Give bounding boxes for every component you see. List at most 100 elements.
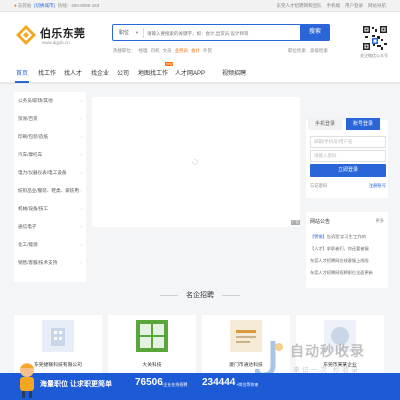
search-input[interactable]: [147, 27, 297, 39]
announcement-text: 【人才】求职者们，你还要被骗: [310, 246, 369, 251]
hot-label: 热搜职位：: [113, 48, 136, 53]
chevron-right-icon: ›: [80, 260, 82, 265]
advanced-search-link[interactable]: 高级检索: [310, 48, 328, 53]
tab-account-login[interactable]: 账号登录: [346, 118, 380, 130]
nav-active-underline: [15, 81, 29, 83]
quick-links: 职位检索 高级检索: [288, 48, 332, 54]
category-item[interactable]: 化工/能源 ›: [18, 242, 84, 248]
category-item[interactable]: 销售/客服/技术支持 ›: [18, 260, 84, 266]
top-link-sitemap[interactable]: 网站导航: [368, 3, 386, 8]
search-category-select[interactable]: 职位: [119, 29, 129, 36]
hot-item[interactable]: 司机: [151, 48, 160, 53]
search-separator: [143, 28, 144, 38]
category-item[interactable]: 通信电子 ›: [18, 224, 84, 230]
username-field[interactable]: 邮箱/手机号/用户名: [310, 136, 386, 148]
register-link[interactable]: 注册账号: [369, 183, 386, 189]
chevron-right-icon: ›: [80, 242, 82, 247]
current-city: 东莞站: [17, 3, 32, 8]
switch-city-link[interactable]: [切换城市]: [34, 3, 55, 8]
wechat-qr-code: [362, 25, 388, 51]
hot-item[interactable]: 会计: [191, 48, 200, 53]
top-link-team[interactable]: 东莞人才招聘网和团队: [277, 3, 322, 8]
top-link-mobile[interactable]: 手机端: [327, 3, 341, 8]
promo-company-label: +企业在线招聘: [161, 382, 188, 387]
login-panel: 手机登录 账号登录 邮箱/手机号/用户名 请输入密码 立即登录 忘记密码 注册账…: [306, 118, 388, 198]
brand-logo-icon[interactable]: [15, 24, 37, 46]
category-item[interactable]: 公务员/职场/其他 ›: [18, 98, 84, 104]
password-field[interactable]: 请输入密码: [310, 150, 386, 162]
nav-find-company[interactable]: 找企业: [91, 68, 109, 77]
category-label: 印刷/包装/造纸: [18, 134, 49, 139]
chevron-down-icon[interactable]: ▼: [135, 30, 139, 35]
location-pin-icon: ●: [14, 3, 17, 8]
nav-home[interactable]: 首页: [16, 68, 28, 77]
main-banner[interactable]: [92, 97, 300, 227]
hot-item[interactable]: 业务员: [175, 48, 189, 53]
divider: [222, 294, 240, 296]
category-item[interactable]: 机械/设备/技工 ›: [18, 206, 84, 212]
main-nav: 首页 找工作 找人才 找企业 公司 地图找工作 new 人才网APP 视频招聘: [0, 62, 400, 84]
promo-title: 海量职位 让求职更简单: [40, 381, 112, 388]
mascot-icon: [20, 363, 34, 398]
category-label: 化工/能源: [18, 242, 38, 247]
nav-app[interactable]: 人才网APP: [175, 68, 205, 77]
announcements-panel: 网站公告 更多 【警惕】告诉您'实习生'工作的 【人才】求职者们，你还要被骗 东…: [306, 212, 388, 288]
category-label: 销售/客服/技术支持: [18, 260, 58, 265]
promo-company-count: 76506: [135, 377, 163, 388]
qr-caption: 关注微信公众号: [360, 53, 388, 58]
announcement-text: 告诉您'实习生'工作的: [326, 234, 367, 239]
job-search-link[interactable]: 职位检索: [288, 48, 306, 53]
announcements-more-link[interactable]: 更多: [376, 218, 384, 224]
chevron-right-icon: ›: [80, 224, 82, 229]
section-title: 名企招聘: [0, 290, 400, 300]
search-box: 职位 ▼ 搜索: [112, 24, 330, 41]
watermark-text: 自动秒收录: [290, 343, 365, 359]
top-link-login[interactable]: 用户登录: [345, 3, 363, 8]
search-button[interactable]: 搜索: [300, 24, 330, 41]
announcement-item[interactable]: 东莞人才招聘网招聘职位全面更新: [310, 270, 386, 276]
new-badge: new: [165, 62, 174, 66]
chevron-right-icon: ›: [80, 206, 82, 211]
hot-item[interactable]: 文员: [163, 48, 172, 53]
login-links: 忘记密码 注册账号: [310, 183, 386, 189]
chevron-right-icon: ›: [80, 116, 82, 121]
promo-job-label: +岗位等你来: [236, 382, 259, 387]
promo-job-count: 234444: [202, 377, 236, 388]
section-title-text: 名企招聘: [186, 292, 214, 299]
tab-phone-login[interactable]: 手机登录: [308, 118, 342, 130]
announcement-item[interactable]: 【警惕】告诉您'实习生'工作的: [310, 234, 386, 240]
category-label: 通信电子: [18, 224, 37, 229]
category-label: 贸易/百货: [18, 116, 38, 121]
nav-company[interactable]: 公司: [117, 68, 129, 77]
category-item[interactable]: 印刷/包装/造纸 ›: [18, 134, 84, 140]
login-button[interactable]: 立即登录: [310, 164, 386, 177]
category-label: 纺织品业/服装、鞋类、家纺用: [18, 188, 79, 193]
announcements-title: 网站公告: [310, 219, 331, 225]
promo-bar[interactable]: 海量职位 让求职更简单 76506 +企业在线招聘 234444 +岗位等你来: [0, 363, 400, 400]
category-item[interactable]: 纺织品业/服装、鞋类、家纺用 ›: [18, 188, 84, 194]
nav-map-jobs[interactable]: 地图找工作: [138, 68, 168, 77]
category-item[interactable]: 电力/仪器仪表/电工设备 ›: [18, 170, 84, 176]
ad-tag: 广告: [291, 220, 300, 225]
hot-item[interactable]: 外贸: [203, 48, 212, 53]
announcement-item[interactable]: 东莞人才招聘网在线客服上线啦: [310, 258, 386, 264]
chevron-right-icon: ›: [80, 170, 82, 175]
announcement-text: 东莞人才招聘网在线客服上线啦: [310, 258, 369, 263]
category-item[interactable]: 贸易/百货 ›: [18, 116, 84, 122]
category-sidebar: 公务员/职场/其他 › 贸易/百货 › 印刷/包装/造纸 › 汽车/摩托车 › 电力/仪…: [14, 92, 86, 282]
forgot-password-link[interactable]: 忘记密码: [310, 183, 327, 188]
brand-name[interactable]: 伯乐东莞: [40, 25, 85, 41]
loading-spinner-icon: [192, 159, 198, 165]
company-name: 大关科技: [142, 363, 162, 368]
category-label: 机械/设备/技工: [18, 206, 49, 211]
nav-find-talent[interactable]: 找人才: [64, 68, 82, 77]
divider: [160, 294, 178, 296]
nav-find-jobs[interactable]: 找工作: [38, 68, 56, 77]
nav-video-recruit[interactable]: 视频招聘: [222, 68, 246, 77]
category-item[interactable]: 汽车/摩托车 ›: [18, 152, 84, 158]
hot-item[interactable]: 经理: [139, 48, 148, 53]
chevron-right-icon: ›: [80, 152, 82, 157]
category-label: 公务员/职场/其他: [18, 98, 53, 103]
hotline: 热线：400-8090-163: [57, 3, 100, 8]
announcement-item[interactable]: 【人才】求职者们，你还要被骗: [310, 246, 386, 252]
